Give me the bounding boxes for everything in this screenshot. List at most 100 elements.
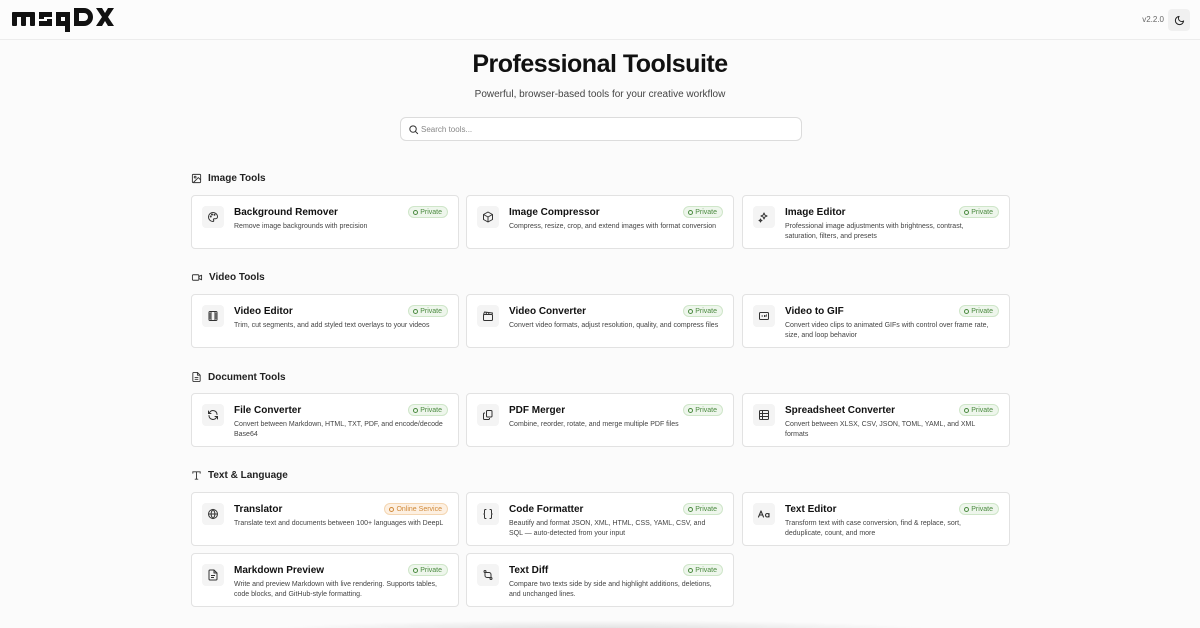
search-icon xyxy=(409,125,419,135)
page-title: Professional Toolsuite xyxy=(472,50,728,78)
private-badge: Private xyxy=(959,206,999,218)
section-title: Text & Language xyxy=(208,470,288,481)
shield-icon xyxy=(964,407,970,413)
tool-name: Video to GIF xyxy=(785,306,844,317)
tool-card-file-converter[interactable]: File Converter Private Convert between M… xyxy=(191,393,459,447)
top-bar: v2.2.0 xyxy=(0,0,1200,40)
tool-description: Write and preview Markdown with live ren… xyxy=(234,581,437,598)
section-title: Video Tools xyxy=(209,272,265,283)
shield-icon xyxy=(688,209,694,215)
section-title: Document Tools xyxy=(208,371,286,383)
tool-card-image-editor[interactable]: Image Editor Private Professional image … xyxy=(742,195,1010,249)
tool-description: Trim, cut segments, and add styled text … xyxy=(234,322,430,329)
tool-name: PDF Merger xyxy=(509,405,566,416)
tool-description: Convert video clips to animated GIFs wit… xyxy=(785,322,989,339)
tool-card-code-formatter[interactable]: Code Formatter Private Beautify and form… xyxy=(466,492,734,546)
shield-icon xyxy=(688,407,694,413)
private-badge: Private xyxy=(408,564,448,576)
shield-icon xyxy=(964,308,970,314)
tool-description: Compare two texts side by side and highl… xyxy=(509,581,712,598)
private-badge: Private xyxy=(683,564,723,576)
shield-icon xyxy=(688,308,694,314)
tool-card-video-editor[interactable]: Video Editor Private Trim, cut segments,… xyxy=(191,294,459,348)
tool-name: File Converter xyxy=(234,405,302,416)
section-text-language: Text & Language xyxy=(191,470,288,481)
version-label: v2.2.0 xyxy=(1142,15,1164,24)
tool-description: Translate text and documents between 100… xyxy=(234,520,444,527)
tool-name: Image Compressor xyxy=(509,207,600,218)
section-document-tools: Document Tools xyxy=(191,371,286,383)
tool-description: Transform text with case conversion, fin… xyxy=(785,520,961,537)
page-subtitle: Powerful, browser-based tools for your c… xyxy=(474,89,726,100)
moon-icon xyxy=(1174,15,1184,25)
search-input[interactable] xyxy=(421,120,791,138)
private-badge: Private xyxy=(959,503,999,515)
section-title: Image Tools xyxy=(208,173,266,184)
video-icon xyxy=(191,274,203,281)
tool-description: Combine, reorder, rotate, and merge mult… xyxy=(509,421,679,428)
section-image-tools: Image Tools xyxy=(191,173,266,184)
private-badge: Private xyxy=(683,206,723,218)
tool-card-video-converter[interactable]: Video Converter Private Convert video fo… xyxy=(466,294,734,348)
tool-card-spreadsheet-converter[interactable]: Spreadsheet Converter Private Convert be… xyxy=(742,393,1010,447)
refresh-icon xyxy=(208,410,218,420)
tool-card-markdown-preview[interactable]: Markdown Preview Private Write and previ… xyxy=(191,553,459,607)
tool-name: Spreadsheet Converter xyxy=(785,405,896,416)
tool-card-pdf-merger[interactable]: PDF Merger Private Combine, reorder, rot… xyxy=(466,393,734,447)
tool-name: Text Editor xyxy=(785,504,837,515)
msqdx-logo[interactable] xyxy=(12,6,116,34)
shield-icon xyxy=(964,209,970,215)
private-badge: Private xyxy=(683,503,723,515)
type-icon xyxy=(192,471,201,480)
search-box[interactable] xyxy=(400,117,802,141)
tool-card-image-compressor[interactable]: Image Compressor Private Compress, resiz… xyxy=(466,195,734,249)
shield-icon xyxy=(413,209,419,215)
box-icon xyxy=(483,211,493,223)
cloud-icon xyxy=(389,506,395,512)
tool-name: Video Converter xyxy=(509,306,587,317)
tool-card-background-remover[interactable]: Background Remover Private Remove image … xyxy=(191,195,459,249)
tool-card-text-editor[interactable]: Text Editor Private Transform text with … xyxy=(742,492,1010,546)
tool-card-video-to-gif[interactable]: Video to GIF Private Convert video clips… xyxy=(742,294,1010,348)
private-badge: Private xyxy=(408,305,448,317)
tool-name: Text Diff xyxy=(509,565,549,576)
tool-name: Background Remover xyxy=(234,207,338,218)
tool-description: Convert video formats, adjust resolution… xyxy=(509,322,719,329)
tool-card-text-diff[interactable]: Text Diff Private Compare two texts side… xyxy=(466,553,734,607)
tool-name: Translator xyxy=(234,504,283,515)
sparkles-icon xyxy=(758,212,768,223)
gif-icon xyxy=(759,312,769,320)
table-icon xyxy=(759,410,769,420)
shield-icon xyxy=(413,567,419,573)
shield-icon xyxy=(688,567,694,573)
private-badge: Private xyxy=(959,404,999,416)
tool-description: Remove image backgrounds with precision xyxy=(234,223,368,230)
tool-description: Compress, resize, crop, and extend image… xyxy=(509,223,716,230)
tool-description: Beautify and format JSON, XML, HTML, CSS… xyxy=(509,520,706,537)
online-service-badge: Online Service xyxy=(384,503,448,515)
tool-name: Video Editor xyxy=(234,306,293,317)
tool-name: Markdown Preview xyxy=(234,565,325,576)
theme-toggle-button[interactable] xyxy=(1168,9,1190,31)
palette-icon xyxy=(208,211,219,223)
section-video-tools: Video Tools xyxy=(191,272,265,283)
braces-icon xyxy=(483,509,493,519)
shield-icon xyxy=(964,506,970,512)
diff-icon xyxy=(483,570,493,580)
private-badge: Private xyxy=(683,404,723,416)
private-badge: Private xyxy=(408,404,448,416)
private-badge: Private xyxy=(683,305,723,317)
bottom-shadow xyxy=(260,620,940,628)
clapperboard-icon xyxy=(483,311,493,321)
film-icon xyxy=(208,311,218,321)
shield-icon xyxy=(688,506,694,512)
tool-description: Convert between Markdown, HTML, TXT, PDF… xyxy=(234,421,443,438)
tool-card-translator[interactable]: Translator Online Service Translate text… xyxy=(191,492,459,546)
tool-description: Professional image adjustments with brig… xyxy=(785,223,964,240)
globe-icon xyxy=(208,508,218,520)
private-badge: Private xyxy=(408,206,448,218)
image-icon xyxy=(191,173,202,184)
private-badge: Private xyxy=(959,305,999,317)
tool-description: Convert between XLSX, CSV, JSON, TOML, Y… xyxy=(785,421,975,438)
merge-icon xyxy=(483,410,493,420)
